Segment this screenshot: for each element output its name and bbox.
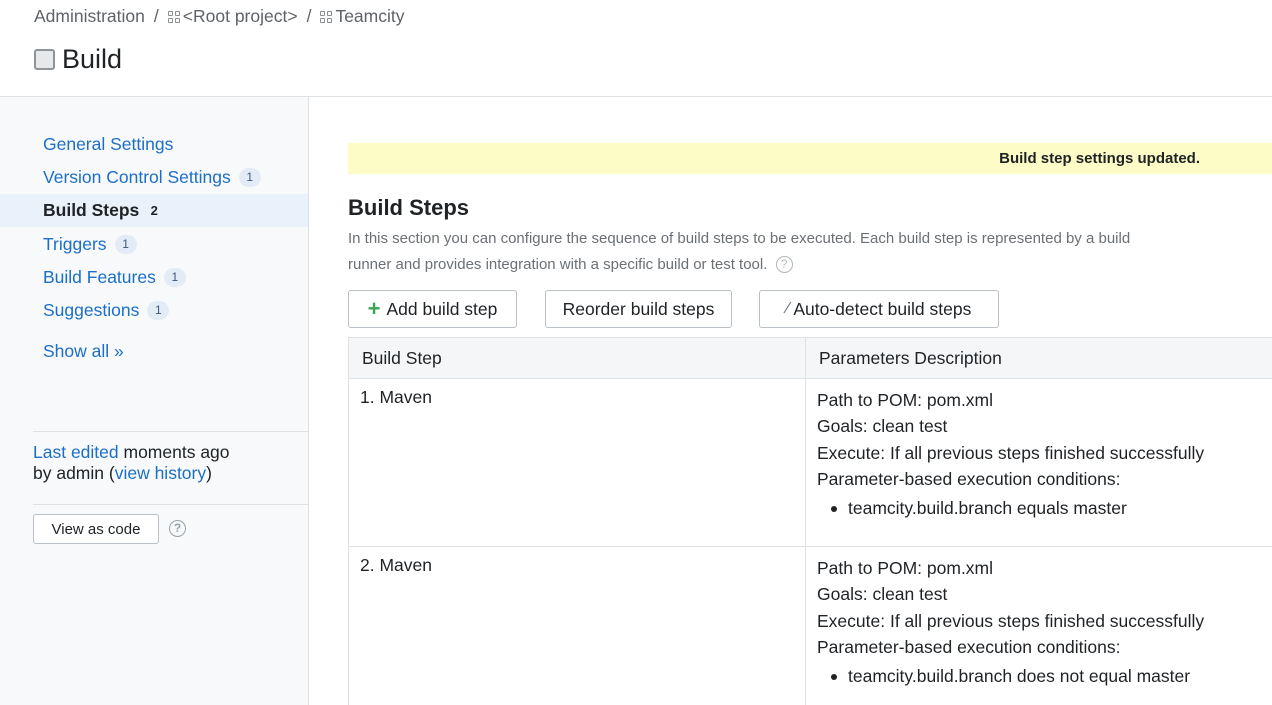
sidebar-item-triggers[interactable]: Triggers 1 (0, 228, 308, 261)
build-step-name-text: 2. Maven (360, 555, 432, 575)
condition-item: teamcity.build.branch equals master (817, 498, 1259, 518)
last-edited-info: Last edited moments ago by admin (view h… (33, 442, 230, 484)
condition-item: teamcity.build.branch does not equal mas… (817, 666, 1259, 686)
sidebar-item-count: 1 (238, 168, 261, 187)
build-steps-table: Build Step Parameters Description 1. Mav… (348, 337, 1272, 705)
table-row[interactable]: 2. Maven Path to POM: pom.xml Goals: cle… (348, 546, 1272, 705)
last-edited-when: moments ago (118, 442, 230, 462)
param-pom: Path to POM: pom.xml (817, 558, 994, 578)
breadcrumb-root-project[interactable]: <Root project> (167, 6, 298, 27)
param-pom: Path to POM: pom.xml (817, 390, 994, 410)
magic-wand-icon: ⁄ (786, 300, 790, 317)
param-execute: Execute: If all previous steps finished … (817, 610, 1205, 631)
sidebar: General Settings Version Control Setting… (0, 97, 309, 705)
show-all-link[interactable]: Show all » (43, 341, 124, 362)
project-icon (320, 10, 333, 23)
help-icon[interactable]: ? (169, 520, 186, 537)
sidebar-item-label: Build Features (43, 267, 156, 287)
param-goals: Goals: clean test (817, 584, 948, 605)
sidebar-item-count: 1 (163, 268, 186, 287)
param-conditions-label: Parameter-based execution conditions: (817, 636, 1121, 657)
sidebar-item-count: 1 (114, 235, 137, 254)
reorder-build-steps-label: Reorder build steps (562, 298, 715, 319)
sidebar-item-count: 1 (147, 301, 170, 320)
param-execute: Execute: If all previous steps finished … (817, 442, 1205, 463)
sidebar-item-general-settings[interactable]: General Settings (0, 128, 308, 161)
breadcrumb-separator: / (153, 6, 159, 26)
breadcrumb-root-project-label: <Root project> (182, 6, 298, 26)
sidebar-item-version-control-settings[interactable]: Version Control Settings 1 (0, 161, 308, 194)
table-row[interactable]: 1. Maven Path to POM: pom.xml Goals: cle… (348, 378, 1272, 547)
conditions-list: teamcity.build.branch does not equal mas… (817, 666, 1259, 686)
build-step-name[interactable]: 1. Maven (348, 378, 806, 547)
notice-banner: Build step settings updated. (348, 143, 1272, 174)
reorder-build-steps-button[interactable]: Reorder build steps (545, 290, 732, 328)
section-description-text: In this section you can configure the se… (348, 230, 1131, 273)
breadcrumb-teamcity[interactable]: Teamcity (320, 6, 404, 27)
sidebar-item-count: 2 (150, 203, 158, 218)
page-title: Build (34, 44, 122, 75)
sidebar-item-build-steps[interactable]: Build Steps 2 (0, 194, 308, 227)
param-goals: Goals: clean test (817, 416, 948, 437)
sidebar-item-label: Build Steps (43, 200, 140, 220)
breadcrumb-separator: / (306, 6, 312, 26)
table-header-row: Build Step Parameters Description (348, 337, 1272, 379)
breadcrumb-administration[interactable]: Administration (34, 6, 145, 27)
breadcrumb: Administration / <Root project> / Teamci… (34, 6, 404, 27)
build-step-name-text: 1. Maven (360, 387, 432, 407)
help-icon[interactable]: ? (775, 255, 793, 273)
build-step-name[interactable]: 2. Maven (348, 546, 806, 705)
sidebar-item-label: General Settings (43, 134, 174, 154)
sidebar-divider (33, 431, 308, 432)
last-edited-close: ) (206, 463, 212, 483)
plus-icon: + (367, 296, 381, 321)
sidebar-item-label: Version Control Settings (43, 167, 231, 187)
section-description: In this section you can configure the se… (348, 226, 1148, 278)
parameters-description[interactable]: Path to POM: pom.xml Goals: clean test E… (805, 546, 1272, 705)
add-build-step-button[interactable]: + Add build step (348, 290, 517, 328)
auto-detect-build-steps-button[interactable]: ⁄ Auto-detect build steps (759, 290, 999, 328)
sidebar-divider (33, 504, 308, 505)
last-edited-link[interactable]: Last edited (33, 442, 119, 462)
conditions-list: teamcity.build.branch equals master (817, 498, 1259, 518)
parameters-description[interactable]: Path to POM: pom.xml Goals: clean test E… (805, 378, 1272, 547)
column-header-parameters: Parameters Description (805, 337, 1272, 379)
last-edited-by: by admin ( (33, 463, 115, 483)
view-as-code-button[interactable]: View as code (33, 514, 159, 544)
page-title-text: Build (62, 44, 123, 74)
param-conditions-label: Parameter-based execution conditions: (817, 468, 1121, 489)
sidebar-item-label: Triggers (43, 234, 107, 254)
breadcrumb-teamcity-label: Teamcity (335, 6, 405, 26)
column-header-build-step: Build Step (348, 337, 806, 379)
sidebar-item-suggestions[interactable]: Suggestions 1 (0, 294, 308, 327)
sidebar-item-build-features[interactable]: Build Features 1 (0, 261, 308, 294)
view-history-link[interactable]: view history (115, 463, 206, 483)
project-icon (167, 10, 180, 23)
sidebar-item-label: Suggestions (43, 300, 140, 320)
auto-detect-build-steps-label: Auto-detect build steps (793, 298, 972, 319)
add-build-step-label: Add build step (386, 298, 498, 319)
build-configuration-icon (34, 49, 55, 70)
section-title: Build Steps (348, 195, 470, 220)
notice-text: Build step settings updated. (999, 150, 1200, 167)
